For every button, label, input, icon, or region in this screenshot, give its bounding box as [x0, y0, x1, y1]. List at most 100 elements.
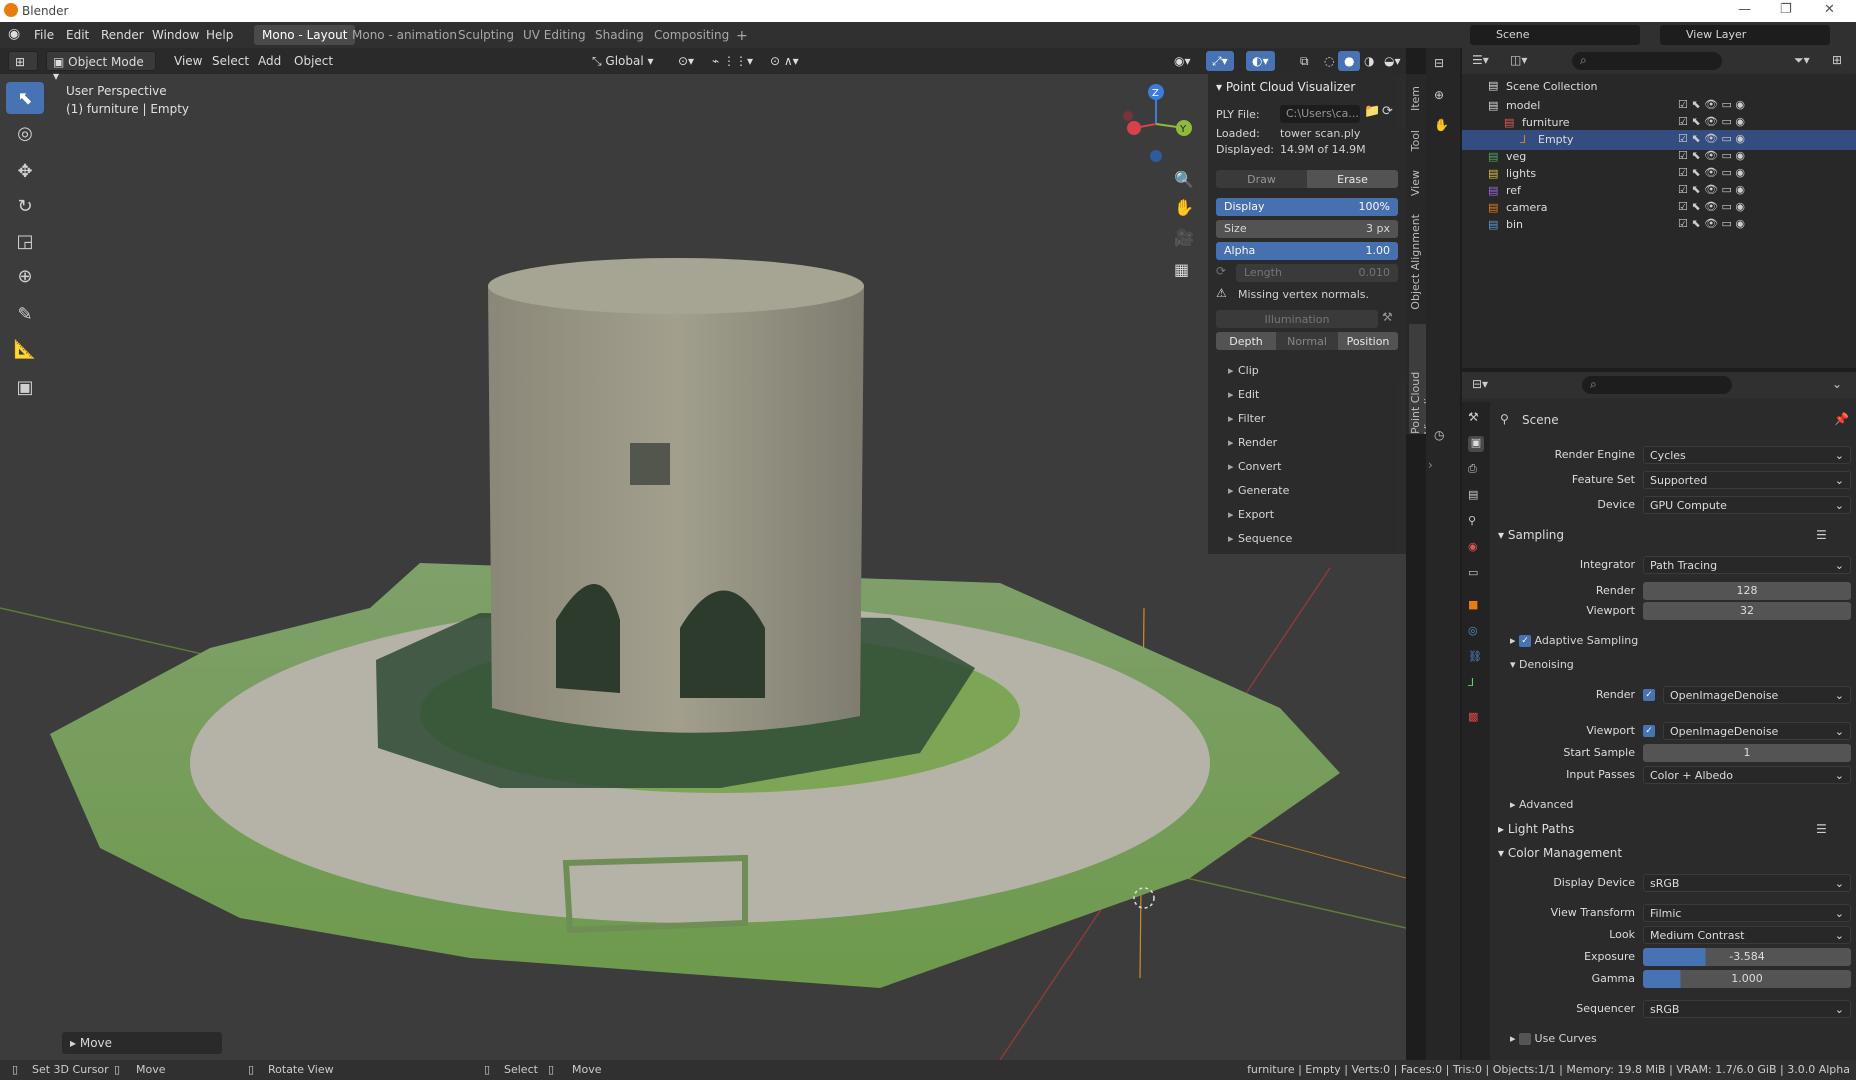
restriction-toggles[interactable]: ☑ ⬉ 👁 ▭ ◉ — [1678, 132, 1745, 145]
snap-icon[interactable]: ⌁ ⋮⋮▾ — [706, 51, 759, 71]
position-mode-button[interactable]: Position — [1338, 332, 1398, 350]
view-layer-selector[interactable]: View Layer — [1660, 25, 1830, 45]
tab-item[interactable]: Item — [1409, 86, 1422, 111]
render-engine-select[interactable]: Cycles ⌄ — [1643, 446, 1851, 464]
viewport-menu-select[interactable]: Select — [206, 51, 255, 71]
zoom-icon[interactable]: 🔍 — [1174, 170, 1194, 189]
menu-render[interactable]: Render — [101, 28, 144, 42]
add-cube-tool-icon[interactable]: ▣ — [6, 371, 44, 403]
collapse-arrow-icon[interactable]: › — [1428, 458, 1433, 472]
3d-viewport[interactable] — [0, 48, 1406, 1060]
measure-tool-icon[interactable]: 📐 — [6, 333, 44, 365]
subpanel-sequence[interactable]: Sequence — [1216, 532, 1398, 554]
light-paths-presets-icon[interactable]: ☰ — [1816, 822, 1827, 836]
cursor-tool-icon[interactable]: ◎ — [6, 117, 44, 149]
last-operator-panel[interactable]: ▸ Move — [62, 1032, 222, 1054]
adaptive-sampling-checkbox[interactable]: ✓ — [1519, 635, 1532, 647]
use-curves-row[interactable]: ▸ Use Curves — [1510, 1032, 1597, 1045]
xray-icon[interactable]: ⧉ — [1294, 51, 1315, 71]
restriction-toggles[interactable]: ☑ ⬉ 👁 ▭ ◉ — [1678, 217, 1745, 230]
scene-selector[interactable]: Scene — [1470, 25, 1640, 45]
subpanel-generate[interactable]: Generate — [1216, 484, 1398, 506]
advanced-panel-header[interactable]: ▸ Advanced — [1510, 798, 1573, 811]
visibility-icon[interactable]: ◉▾ — [1168, 51, 1197, 71]
data-tab-icon[interactable]: ⅃ — [1468, 676, 1484, 692]
draw-button[interactable]: Draw — [1216, 170, 1307, 188]
tab-mono-animation[interactable]: Mono - animation — [344, 25, 465, 45]
tab-view[interactable]: View — [1409, 170, 1422, 196]
outliner-search-input[interactable]: ⌕ — [1572, 52, 1722, 70]
orientation-select[interactable]: ⤡ Global ▾ — [586, 51, 660, 71]
minimize-icon[interactable]: — — [1738, 2, 1751, 17]
filter-view-icon[interactable]: ◫▾ — [1510, 53, 1527, 67]
restriction-toggles[interactable]: ☑ ⬉ 👁 ▭ ◉ — [1678, 183, 1745, 196]
outliner-editor-icon[interactable]: ⊟ — [1434, 56, 1444, 70]
new-collection-icon[interactable]: ⊞ — [1832, 53, 1842, 67]
viewport-menu-view[interactable]: View — [168, 51, 208, 71]
rotate-tool-icon[interactable]: ↻ — [6, 190, 44, 222]
camera-view-icon[interactable]: 🎥 — [1174, 228, 1194, 247]
subpanel-edit[interactable]: Edit — [1216, 388, 1398, 410]
input-passes-select[interactable]: Color + Albedo ⌄ — [1643, 766, 1851, 784]
display-device-select[interactable]: sRGB ⌄ — [1643, 874, 1851, 892]
illumination-toggle[interactable]: Illumination — [1216, 310, 1378, 328]
restriction-toggles[interactable]: ☑ ⬉ 👁 ▭ ◉ — [1678, 166, 1745, 179]
subpanel-filter[interactable]: Filter — [1216, 412, 1398, 434]
sequencer-select[interactable]: sRGB ⌄ — [1643, 1000, 1851, 1018]
device-select[interactable]: GPU Compute ⌄ — [1643, 496, 1851, 514]
light-paths-panel-header[interactable]: ▸ Light Paths — [1498, 822, 1574, 836]
menu-window[interactable]: Window — [152, 28, 199, 42]
alpha-slider[interactable]: Alpha 1.00 — [1216, 242, 1398, 260]
tab-sculpting[interactable]: Sculpting — [450, 25, 522, 45]
restriction-toggles[interactable]: ☑ ⬉ 👁 ▭ ◉ — [1678, 98, 1745, 111]
outliner-row-scene-collection[interactable]: ▤ Scene Collection — [1462, 76, 1856, 96]
rendered-shading-icon[interactable]: ◒▾ — [1378, 51, 1407, 71]
subpanel-render[interactable]: Render — [1216, 436, 1398, 458]
render-samples-field[interactable]: 128 — [1643, 582, 1851, 600]
menu-file[interactable]: File — [34, 28, 54, 42]
use-curves-checkbox[interactable] — [1519, 1033, 1532, 1045]
tab-tool[interactable]: Tool — [1409, 130, 1422, 151]
select-box-tool-icon[interactable]: ⬉ — [6, 82, 44, 114]
normal-mode-button[interactable]: Normal — [1276, 332, 1338, 350]
illumination-settings-icon[interactable]: ⚒ — [1382, 310, 1393, 324]
menu-help[interactable]: Help — [206, 28, 233, 42]
display-mode-icon[interactable]: ☰▾ — [1472, 53, 1489, 67]
viewport-samples-field[interactable]: 32 — [1643, 602, 1851, 620]
properties-options-icon[interactable]: ⌄ — [1832, 377, 1842, 391]
length-toggle-icon[interactable]: ⟳ — [1216, 264, 1226, 278]
viewport-menu-object[interactable]: Object — [288, 51, 339, 71]
overlay-toggle-icon[interactable]: ◐▾ — [1246, 51, 1275, 71]
maximize-icon[interactable]: ❐ — [1780, 2, 1792, 17]
restriction-toggles[interactable]: ☑ ⬉ 👁 ▭ ◉ — [1678, 115, 1745, 128]
blender-menu-icon[interactable]: ◉ — [8, 26, 20, 42]
close-icon[interactable]: ✕ — [1824, 2, 1835, 17]
subpanel-export[interactable]: Export — [1216, 508, 1398, 530]
view-transform-select[interactable]: Filmic ⌄ — [1643, 904, 1851, 922]
tab-object-alignment[interactable]: Object Alignment — [1409, 214, 1422, 310]
tab-compositing[interactable]: Compositing — [646, 25, 737, 45]
annotate-tool-icon[interactable]: ✎ — [6, 298, 44, 330]
depth-mode-button[interactable]: Depth — [1216, 332, 1276, 350]
gizmo-toggle-icon[interactable]: ⤢▾ — [1206, 51, 1234, 71]
folder-icon[interactable]: 📁 — [1364, 104, 1380, 119]
color-management-panel-header[interactable]: ▾ Color Management — [1498, 846, 1622, 860]
object-tab-icon[interactable]: ■ — [1468, 598, 1484, 614]
pivot-icon[interactable]: ⊙▾ — [672, 51, 700, 71]
hand-region-icon[interactable]: ✋ — [1434, 118, 1449, 132]
sampling-panel-header[interactable]: ▾ Sampling — [1498, 528, 1564, 542]
texture-tab-icon[interactable]: ▩ — [1468, 710, 1484, 726]
constraints-tab-icon[interactable]: ⛓ — [1468, 650, 1484, 666]
menu-edit[interactable]: Edit — [66, 28, 89, 42]
world-tab-icon[interactable]: ◉ — [1468, 540, 1484, 556]
tool-tab-icon[interactable]: ⚒ — [1468, 410, 1484, 426]
adaptive-sampling-row[interactable]: ▸ ✓ Adaptive Sampling — [1510, 634, 1638, 647]
denoise-viewport-checkbox[interactable]: ✓ — [1643, 725, 1655, 737]
filter-icon[interactable]: ⏷▾ — [1794, 53, 1810, 68]
add-workspace-icon[interactable]: + — [728, 25, 756, 45]
properties-search-input[interactable]: ⌕ — [1582, 376, 1732, 394]
mode-select[interactable]: ▣ Object Mode ▾ — [46, 51, 156, 83]
denoise-render-checkbox[interactable]: ✓ — [1643, 689, 1655, 701]
viewport-menu-add[interactable]: Add — [252, 51, 287, 71]
physics-tab-icon[interactable]: ◎ — [1468, 624, 1484, 640]
